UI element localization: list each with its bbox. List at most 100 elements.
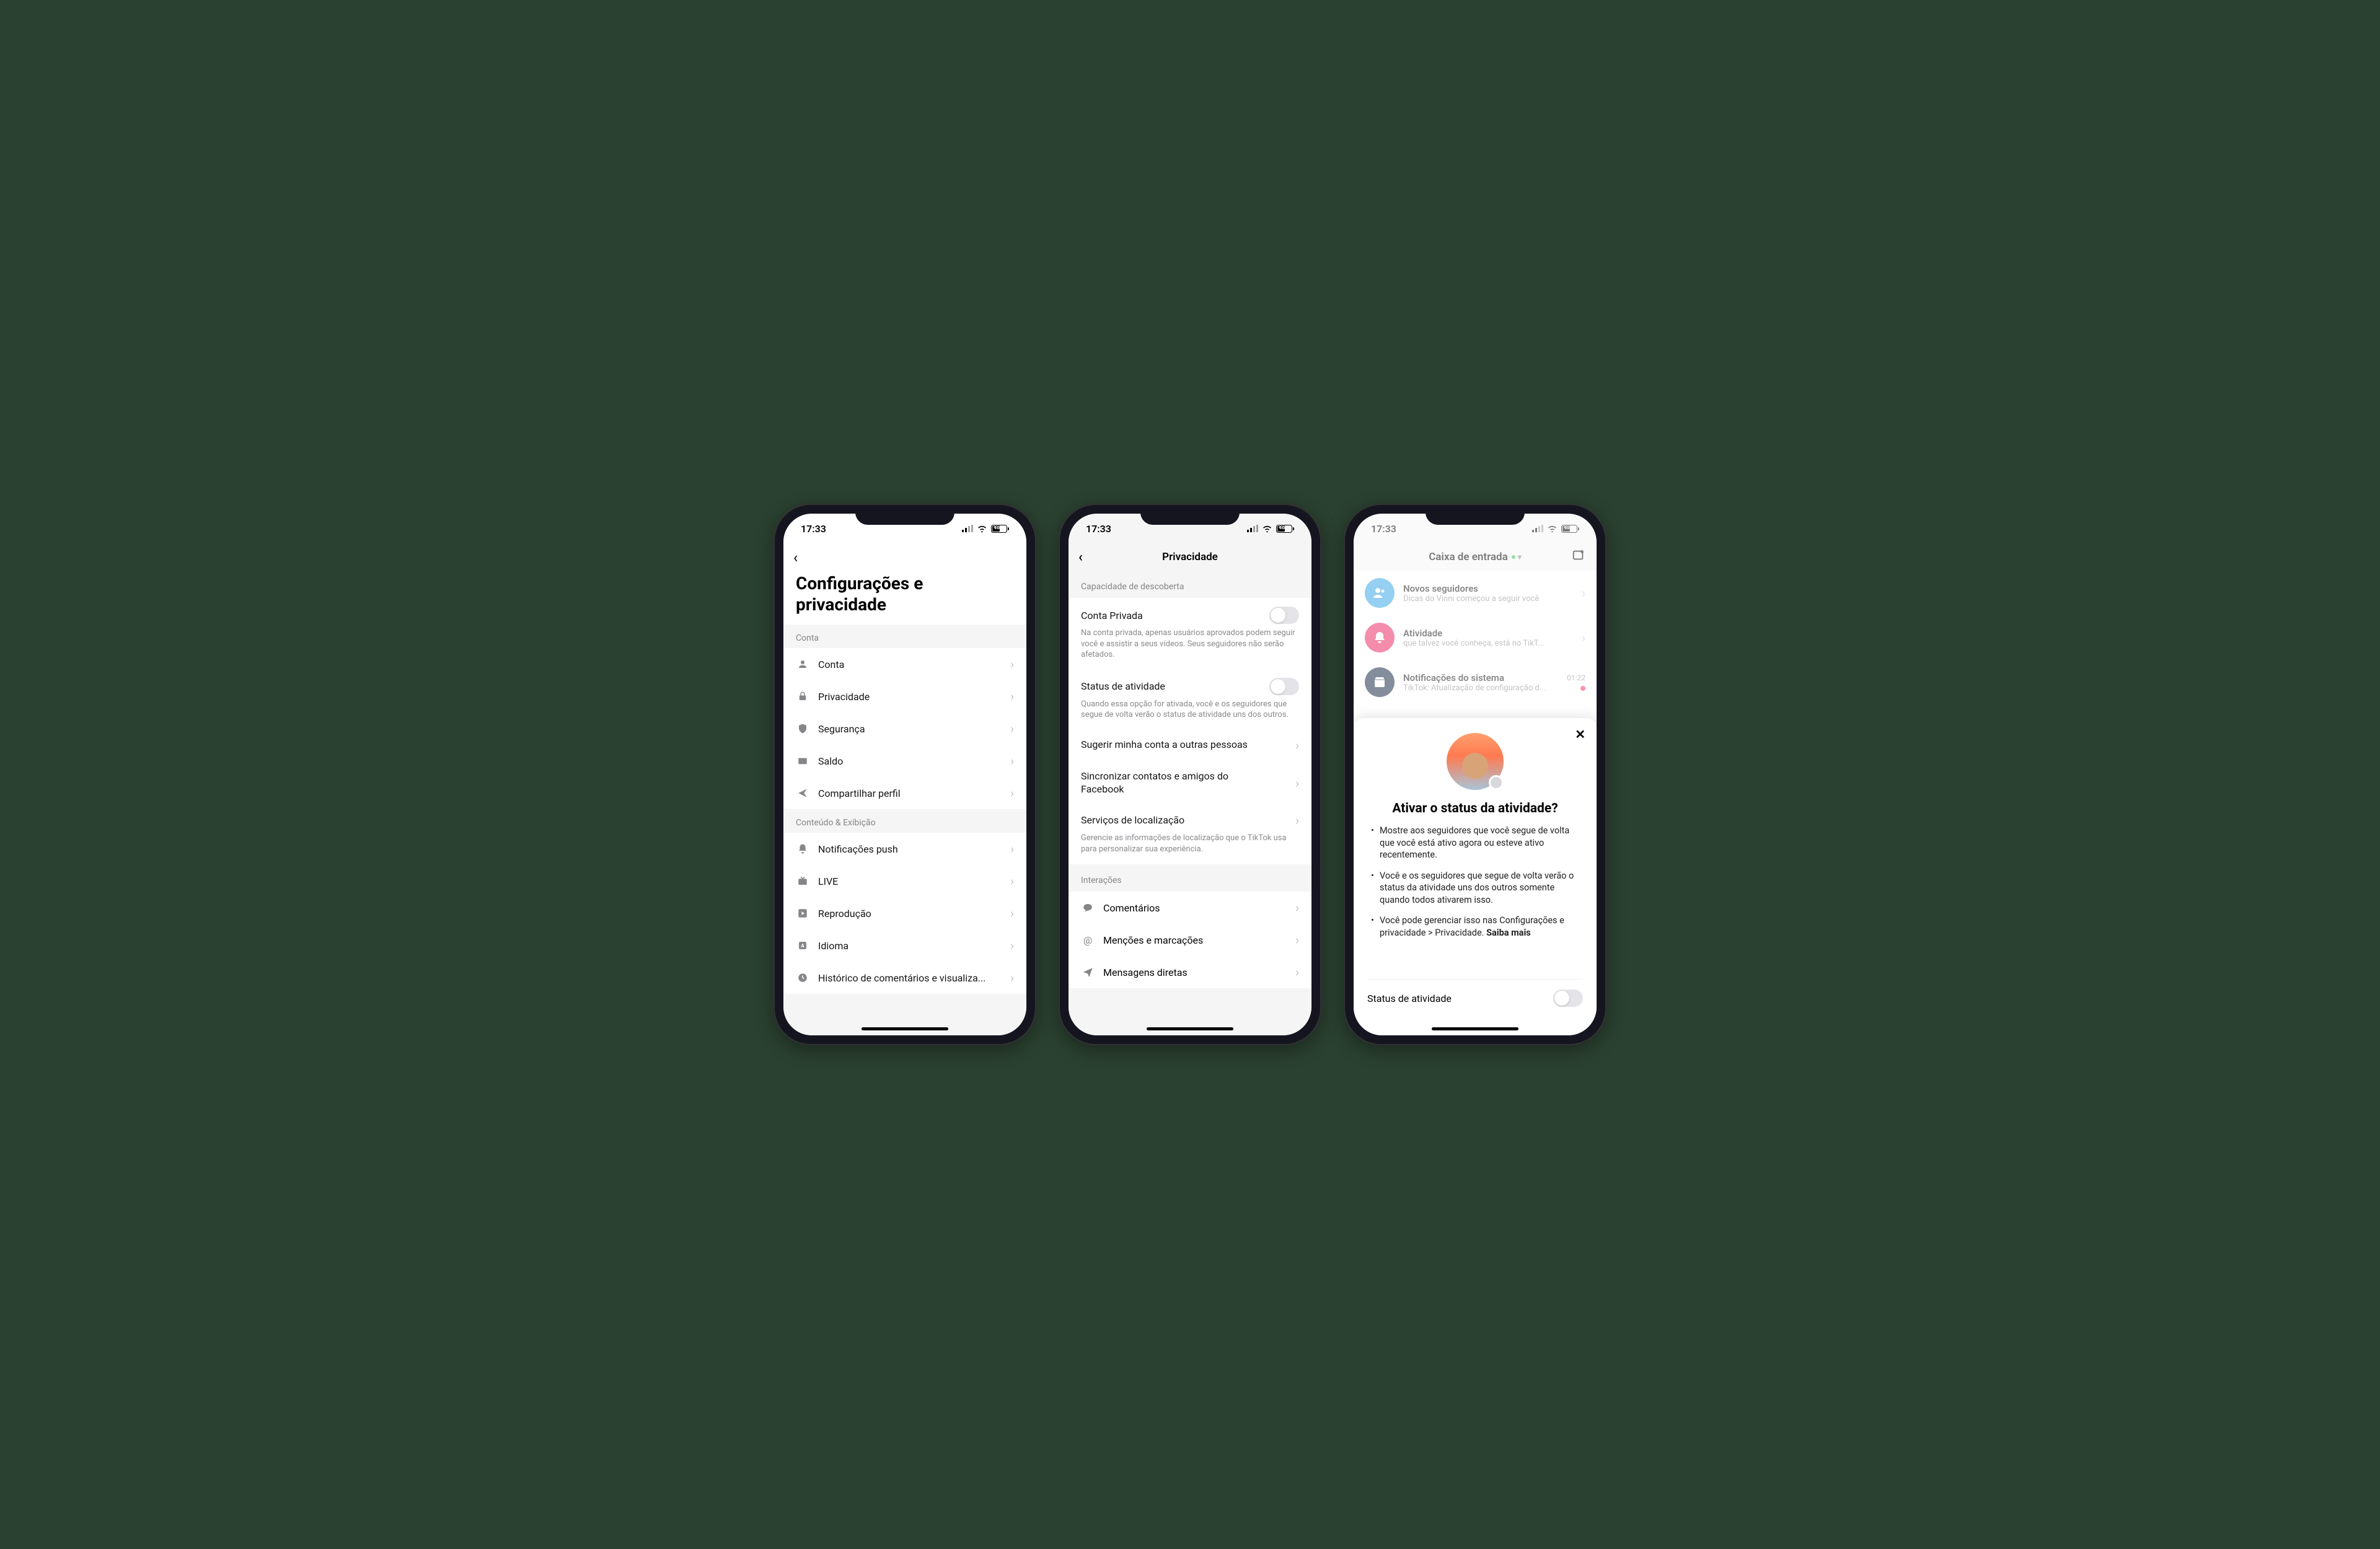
online-dot — [1512, 555, 1515, 559]
dm-row[interactable]: Mensagens diretas› — [1069, 956, 1311, 988]
notch — [1140, 505, 1240, 525]
notch — [855, 505, 954, 525]
chevron-right-icon: › — [1295, 932, 1299, 947]
location-services-row[interactable]: Serviços de localização› — [1069, 804, 1311, 830]
mentions-row[interactable]: @Menções e marcações› — [1069, 924, 1311, 956]
settings-item-saldo[interactable]: Saldo› — [783, 745, 1026, 777]
new-chat-button[interactable] — [1572, 548, 1585, 566]
presence-indicator — [1489, 775, 1504, 790]
timestamp: 01:22 — [1567, 674, 1585, 682]
section-header-discoverability: Capacidade de descoberta — [1069, 571, 1311, 598]
sheet-toggle-row: Status de atividade — [1367, 979, 1583, 1024]
chevron-right-icon: › — [1582, 630, 1585, 645]
chevron-right-icon: › — [1010, 938, 1014, 953]
comment-icon — [1081, 901, 1095, 915]
sync-contacts-row[interactable]: Sincronizar contatos e amigos do Faceboo… — [1069, 761, 1311, 805]
inbox-icon — [1365, 667, 1395, 697]
activity-icon — [1365, 623, 1395, 652]
page-title: Configurações e privacidade — [783, 568, 1026, 625]
phone-privacy: 17:33 48 ‹ Privacidade Capacidade de des… — [1060, 505, 1320, 1044]
status-time: 17:33 — [1086, 523, 1111, 535]
clock-icon — [796, 971, 809, 985]
home-indicator[interactable] — [1432, 1027, 1518, 1030]
comments-row[interactable]: Comentários› — [1069, 892, 1311, 924]
chevron-right-icon: › — [1010, 753, 1014, 768]
inbox-row-followers[interactable]: Novos seguidoresDicas do Vinni começou a… — [1354, 571, 1597, 615]
inbox-row-activity[interactable]: Atividadeque talvez você conheça, está n… — [1354, 615, 1597, 660]
person-icon — [796, 657, 809, 671]
section-header-conta: Conta — [783, 625, 1026, 648]
chevron-right-icon: › — [1010, 721, 1014, 736]
shield-icon — [796, 722, 809, 735]
play-icon — [796, 906, 809, 920]
close-button[interactable]: ✕ — [1575, 727, 1585, 742]
share-icon — [796, 786, 809, 800]
private-account-toggle[interactable] — [1269, 607, 1299, 624]
chevron-right-icon: › — [1010, 874, 1014, 889]
bullet-3: Você pode gerenciar isso nas Configuraçõ… — [1370, 915, 1580, 939]
avatar — [1447, 733, 1504, 790]
settings-item-historico[interactable]: Histórico de comentários e visualiza...› — [783, 962, 1026, 994]
private-account-desc: Na conta privada, apenas usuários aprova… — [1081, 624, 1299, 669]
nav-bar: ‹ — [783, 543, 1026, 568]
inbox-title: Caixa de entrada — [1429, 551, 1508, 563]
nav-bar: ‹ Privacidade — [1069, 543, 1311, 571]
bell-icon — [796, 842, 809, 856]
chevron-right-icon: › — [1010, 786, 1014, 801]
language-icon: A — [796, 939, 809, 952]
chevron-down-icon: ▾ — [1518, 553, 1522, 561]
activity-status-toggle[interactable] — [1269, 678, 1299, 695]
settings-item-reproducao[interactable]: Reprodução› — [783, 897, 1026, 929]
settings-item-privacidade[interactable]: Privacidade› — [783, 680, 1026, 713]
settings-item-live[interactable]: LIVE› — [783, 865, 1026, 897]
unread-dot — [1580, 686, 1585, 691]
home-indicator[interactable] — [1147, 1027, 1233, 1030]
learn-more-link[interactable]: Saiba mais — [1486, 928, 1531, 938]
chevron-right-icon: › — [1010, 841, 1014, 856]
settings-item-idioma[interactable]: AIdioma› — [783, 929, 1026, 962]
page-title: Privacidade — [1162, 551, 1218, 563]
tv-icon — [796, 874, 809, 888]
status-time: 17:33 — [1371, 523, 1396, 535]
chevron-right-icon: › — [1295, 813, 1299, 828]
chevron-right-icon: › — [1295, 738, 1299, 753]
sheet-title: Ativar o status da atividade? — [1367, 801, 1583, 816]
back-button[interactable]: ‹ — [793, 549, 798, 566]
status-time: 17:33 — [801, 523, 826, 535]
chevron-right-icon: › — [1582, 586, 1585, 600]
svg-text:A: A — [801, 943, 804, 949]
settings-item-conta[interactable]: Conta› — [783, 648, 1026, 680]
followers-icon — [1365, 578, 1395, 608]
location-services-desc: Gerencie as informações de localização q… — [1069, 830, 1311, 864]
private-account-row: Conta Privada Na conta privada, apenas u… — [1069, 598, 1311, 669]
phone-settings: 17:33 48 ‹ Configurações e privacidade C… — [775, 505, 1035, 1044]
chevron-right-icon: › — [1010, 689, 1014, 704]
back-button[interactable]: ‹ — [1078, 550, 1083, 565]
send-icon — [1081, 965, 1095, 979]
section-header-conteudo: Conteúdo & Exibição — [783, 809, 1026, 833]
chevron-right-icon: › — [1010, 970, 1014, 985]
settings-item-notificacoes[interactable]: Notificações push› — [783, 833, 1026, 865]
suggest-account-row[interactable]: Sugerir minha conta a outras pessoas› — [1069, 729, 1311, 761]
bullet-2: Você e os seguidores que segue de volta … — [1370, 870, 1580, 906]
settings-item-seguranca[interactable]: Segurança› — [783, 713, 1026, 745]
section-header-interactions: Interações — [1069, 864, 1311, 892]
settings-item-compartilhar[interactable]: Compartilhar perfil› — [783, 777, 1026, 809]
chevron-right-icon: › — [1295, 776, 1299, 791]
chevron-right-icon: › — [1295, 965, 1299, 980]
chevron-right-icon: › — [1010, 906, 1014, 921]
wallet-icon — [796, 754, 809, 768]
inbox-header[interactable]: Caixa de entrada ▾ — [1354, 543, 1597, 571]
sheet-activity-toggle[interactable] — [1553, 990, 1583, 1007]
notch — [1426, 505, 1525, 525]
home-indicator[interactable] — [862, 1027, 948, 1030]
activity-status-sheet: ✕ Ativar o status da atividade? Mostre a… — [1354, 718, 1597, 1035]
chevron-right-icon: › — [1010, 657, 1014, 672]
lock-icon — [796, 690, 809, 703]
inbox-row-system[interactable]: Notificações do sistemaTikTok: Atualizaç… — [1354, 660, 1597, 704]
bullet-1: Mostre aos seguidores que você segue de … — [1370, 825, 1580, 861]
phone-inbox: 17:33 48 Caixa de entrada ▾ Novos seguid… — [1345, 505, 1605, 1044]
activity-status-desc: Quando essa opção for ativada, você e os… — [1081, 695, 1299, 729]
at-icon: @ — [1081, 933, 1095, 947]
chevron-right-icon: › — [1295, 900, 1299, 915]
